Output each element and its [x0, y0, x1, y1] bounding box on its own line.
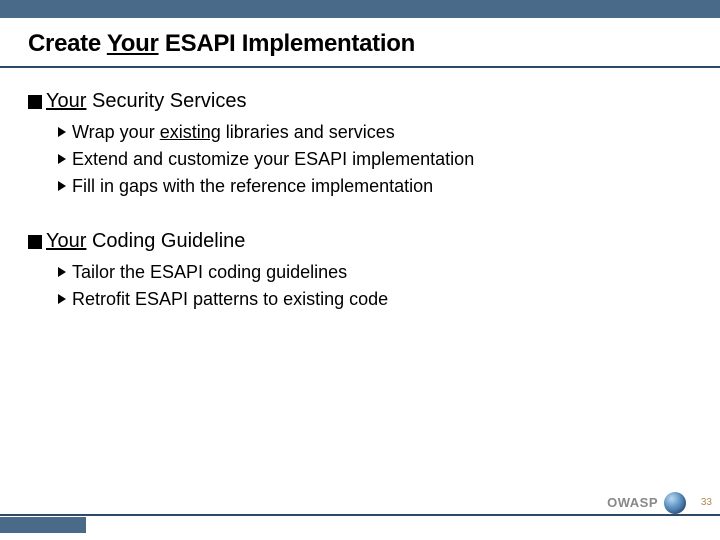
square-bullet-icon — [28, 235, 42, 249]
list-item: Fill in gaps with the reference implemen… — [58, 173, 688, 200]
bullet-before: Fill in gaps with the reference implemen… — [72, 176, 433, 196]
title-before: Create — [28, 30, 107, 57]
bullet-after: libraries and services — [221, 122, 395, 142]
arrow-bullet-icon — [58, 181, 66, 191]
slide-title: Create Your ESAPI Implementation — [28, 30, 415, 58]
title-after: ESAPI Implementation — [159, 30, 415, 57]
section-head-underlined: Your — [46, 230, 86, 252]
bullet-before: Tailor the ESAPI coding guidelines — [72, 262, 347, 282]
section-head: Your Coding Guideline — [28, 230, 688, 253]
footer-accent-bar — [0, 517, 86, 533]
section-security-services: Your Security Services Wrap your existin… — [28, 90, 688, 200]
content-area: Your Security Services Wrap your existin… — [28, 90, 688, 343]
bullet-before: Retrofit ESAPI patterns to existing code — [72, 289, 388, 309]
list-item: Extend and customize your ESAPI implemen… — [58, 146, 688, 173]
title-underlined: Your — [107, 30, 159, 57]
title-divider — [0, 66, 720, 68]
section-head-after: Coding Guideline — [86, 230, 245, 252]
arrow-bullet-icon — [58, 294, 66, 304]
arrow-bullet-icon — [58, 127, 66, 137]
list-item: Wrap your existing libraries and service… — [58, 119, 688, 146]
section-coding-guideline: Your Coding Guideline Tailor the ESAPI c… — [28, 230, 688, 313]
footer-divider — [0, 514, 720, 516]
section-head-after: Security Services — [86, 90, 246, 112]
top-accent-bar — [0, 0, 720, 18]
footer-org-label: OWASP — [607, 495, 658, 510]
list-item: Tailor the ESAPI coding guidelines — [58, 259, 688, 286]
section-head: Your Security Services — [28, 90, 688, 113]
page-number: 33 — [701, 497, 712, 508]
bullet-underlined: existing — [160, 122, 221, 142]
section-head-underlined: Your — [46, 90, 86, 112]
bullet-before: Wrap your — [72, 122, 160, 142]
square-bullet-icon — [28, 95, 42, 109]
bullet-before: Extend and customize your ESAPI implemen… — [72, 149, 474, 169]
list-item: Retrofit ESAPI patterns to existing code — [58, 286, 688, 313]
bullet-list: Tailor the ESAPI coding guidelines Retro… — [58, 259, 688, 313]
globe-icon — [664, 492, 686, 514]
bullet-list: Wrap your existing libraries and service… — [58, 119, 688, 200]
arrow-bullet-icon — [58, 154, 66, 164]
arrow-bullet-icon — [58, 267, 66, 277]
